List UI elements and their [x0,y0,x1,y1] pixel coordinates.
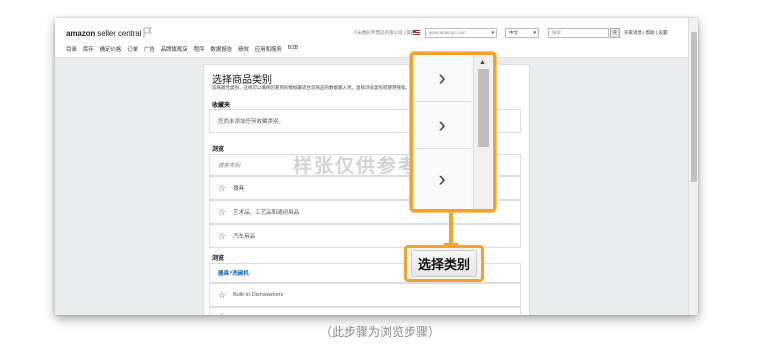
favorites-heading: 收藏夹 [212,103,231,109]
star-icon[interactable]: ☆ [218,312,226,316]
browse-heading: 浏览 [212,147,225,153]
scroll-thumb[interactable] [691,32,697,182]
search-input[interactable]: 搜索 [548,28,609,38]
chevron-right-icon: › [438,112,446,137]
main-nav: 目录 库存 确定价格 订单 广告 品牌旗舰店 程序 数据报告 绩效 应用和服务 B2B [66,45,298,53]
scroll-up-icon[interactable]: ▲ [479,59,486,66]
breadcrumb-leaf[interactable]: 洗碗机 [232,269,249,277]
top-bar: amazon seller central 目录 库存 确定价格 订单 广告 品牌旗舰店程… [55,18,688,58]
chevron-right-icon: › [438,65,446,90]
nav-item[interactable]: 确定价格 [100,45,122,53]
us-flag-icon [413,30,420,35]
star-icon[interactable]: ☆ [218,290,226,300]
nav-item[interactable]: 订单 [127,45,138,53]
popup-scrollbar[interactable]: ▲ [473,55,492,209]
subcategory-arrow-popup: › › › ▲ [410,52,496,212]
nav-item[interactable]: B2B [288,45,298,53]
nav-item[interactable]: 广告 [144,45,155,53]
list-item[interactable]: ☆ [209,307,521,315]
caption: （此步骤为浏览步骤） [319,325,440,339]
screenshot-frame: amazon seller central 目录 库存 确定价格 订单 广告 品牌旗舰店程… [55,18,698,315]
star-icon[interactable]: ☆ [218,207,226,217]
browse-heading-2: 浏览 [212,256,225,262]
marketplace-select[interactable]: www.amazon.com ▾ [425,28,497,38]
search-icon: ⚲ [613,30,617,36]
chevron-right-icon: › [438,166,446,191]
account-name: 小米数码专营店有限公司 | 美国 [353,30,416,35]
page-scrollbar[interactable] [688,18,698,315]
nav-item[interactable]: 程序 [194,45,205,53]
expand-arrow-button[interactable]: › [413,149,471,209]
chevron-down-icon: ▾ [491,30,494,36]
flag-icon[interactable] [143,27,153,39]
nav-item[interactable]: 绩效 [238,45,249,53]
amazon-seller-central-logo[interactable]: amazon seller central [66,29,141,38]
chevron-down-icon: ▾ [533,30,536,36]
breadcrumb-root[interactable]: 器具 [218,269,229,277]
top-links[interactable]: 买家消息 | 帮助 | 设置 [624,30,667,36]
watermark: 样张仅供参考 [293,156,420,177]
subcategory-row[interactable]: ☆ Built-In Dishwashers [209,283,521,307]
star-icon[interactable]: ☆ [218,183,226,193]
search-button[interactable]: ⚲ [610,28,620,38]
select-category-label: 选择类别 [410,250,477,277]
nav-item[interactable]: 应用和服务 [255,45,282,53]
nav-item[interactable]: 数据报告 [211,45,233,53]
language-select[interactable]: 中文 ▾ [505,28,539,38]
expand-arrow-button[interactable]: › [413,102,471,149]
expand-arrow-button[interactable]: › [413,55,471,102]
nav-item[interactable]: 库存 [83,45,94,53]
nav-item[interactable]: 目录 [66,45,77,53]
popup-scroll-thumb[interactable] [478,69,489,147]
page-title: 选择商品类别 [212,75,272,86]
star-icon[interactable]: ☆ [218,231,226,241]
select-category-button[interactable]: 选择类别 [404,245,484,282]
nav-item[interactable]: 品牌旗舰店 [161,45,188,53]
